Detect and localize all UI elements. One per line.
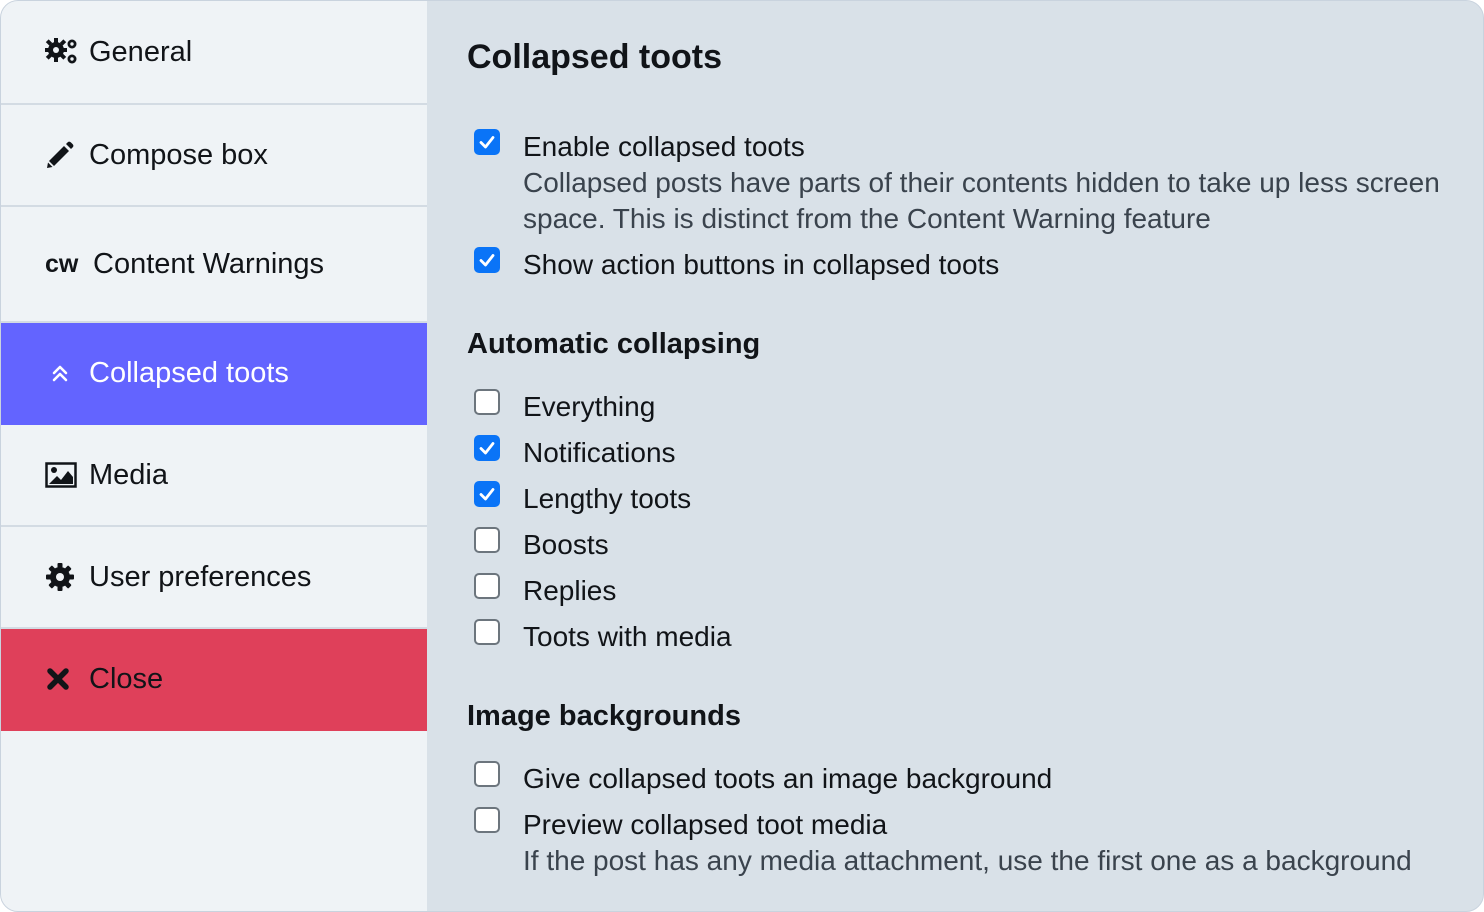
auto-collapse-heading: Automatic collapsing: [467, 328, 761, 360]
image-icon: [45, 458, 79, 492]
sidebar-item-general[interactable]: General: [1, 1, 427, 105]
option-label: Replies: [523, 575, 617, 606]
checkbox[interactable]: [474, 247, 500, 273]
checkbox[interactable]: [474, 481, 500, 507]
option-everything[interactable]: Everything: [467, 389, 1483, 425]
option-show-action-buttons[interactable]: Show action buttons in collapsed toots: [467, 247, 1483, 283]
checkbox[interactable]: [474, 435, 500, 461]
sidebar-item-content-warnings[interactable]: cw Content Warnings: [1, 207, 427, 323]
sidebar-item-compose-box[interactable]: Compose box: [1, 105, 427, 207]
sidebar-item-label: User preferences: [89, 560, 312, 593]
option-hint: Collapsed posts have parts of their cont…: [523, 167, 1440, 234]
option-notifications[interactable]: Notifications: [467, 435, 1483, 471]
option-image-background[interactable]: Give collapsed toots an image background: [467, 761, 1483, 797]
option-preview-media[interactable]: Preview collapsed toot media If the post…: [467, 807, 1483, 879]
image-backgrounds-heading: Image backgrounds: [467, 700, 741, 732]
option-label: Show action buttons in collapsed toots: [523, 249, 1000, 280]
gears-icon: [45, 35, 79, 69]
option-boosts[interactable]: Boosts: [467, 527, 1483, 563]
option-enable-collapsed-toots[interactable]: Enable collapsed toots Collapsed posts h…: [467, 129, 1483, 237]
option-label: Enable collapsed toots: [523, 131, 805, 162]
settings-modal: General Compose box cw Content Warnings: [0, 0, 1484, 912]
sidebar-item-label: Close: [89, 662, 164, 695]
sidebar-item-label: General: [89, 35, 193, 68]
option-lengthy-toots[interactable]: Lengthy toots: [467, 481, 1483, 517]
checkbox[interactable]: [474, 129, 500, 155]
option-label: Notifications: [523, 437, 676, 468]
option-label: Lengthy toots: [523, 483, 692, 514]
option-replies[interactable]: Replies: [467, 573, 1483, 609]
angle-double-up-icon: [45, 356, 79, 390]
sidebar-item-label: Media: [89, 458, 168, 491]
sidebar-item-label: Collapsed toots: [89, 356, 289, 389]
sidebar-item-collapsed-toots[interactable]: Collapsed toots: [1, 323, 427, 425]
sidebar-item-user-preferences[interactable]: User preferences: [1, 527, 427, 629]
checkbox[interactable]: [474, 573, 500, 599]
option-toots-with-media[interactable]: Toots with media: [467, 619, 1483, 655]
sidebar-item-close[interactable]: Close: [1, 629, 427, 731]
option-label: Preview collapsed toot media: [523, 809, 888, 840]
times-icon: [45, 662, 79, 696]
pencil-icon: [45, 138, 79, 172]
cw-icon: cw: [45, 249, 79, 278]
option-label: Give collapsed toots an image background: [523, 763, 1053, 794]
option-label: Toots with media: [523, 621, 732, 652]
option-label: Everything: [523, 391, 656, 422]
checkbox[interactable]: [474, 761, 500, 787]
checkbox[interactable]: [474, 527, 500, 553]
sidebar-item-media[interactable]: Media: [1, 425, 427, 527]
option-hint: If the post has any media attachment, us…: [523, 845, 1412, 876]
settings-content: Collapsed toots Enable collapsed toots C…: [427, 1, 1483, 911]
checkbox[interactable]: [474, 807, 500, 833]
sidebar-item-label: Compose box: [89, 138, 268, 171]
settings-sidebar: General Compose box cw Content Warnings: [1, 1, 427, 911]
checkbox[interactable]: [474, 619, 500, 645]
page-title: Collapsed toots: [467, 38, 723, 76]
option-label: Boosts: [523, 529, 609, 560]
sidebar-item-label: Content Warnings: [93, 247, 325, 280]
cog-icon: [45, 560, 79, 594]
checkbox[interactable]: [474, 389, 500, 415]
